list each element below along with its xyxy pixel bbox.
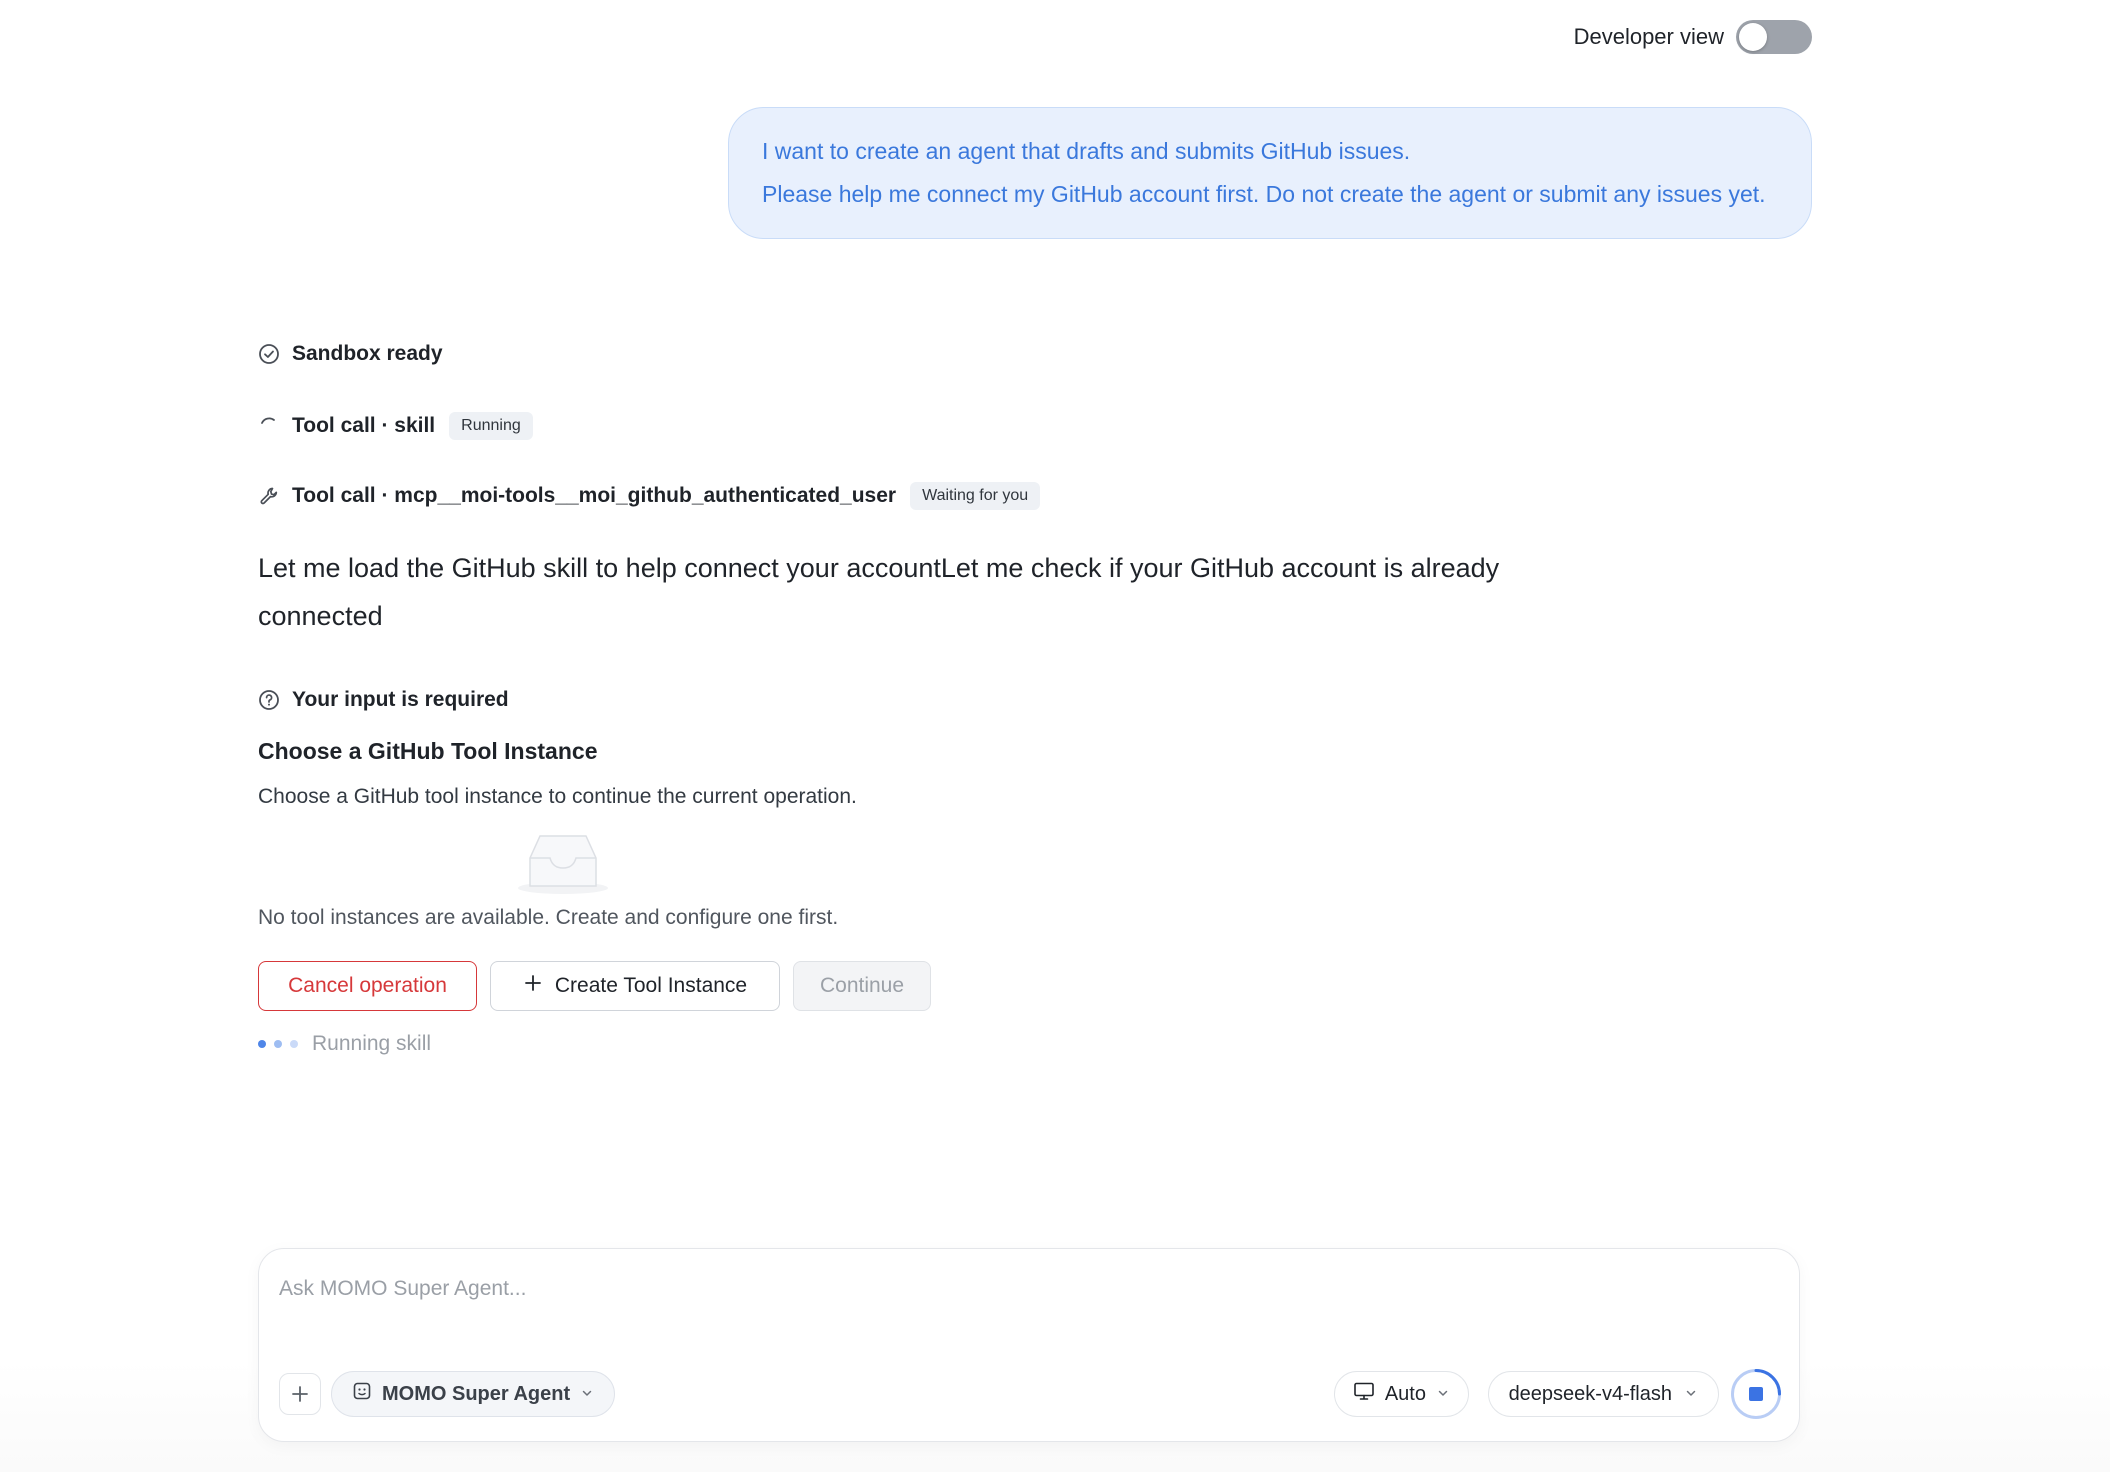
wrench-icon xyxy=(258,485,280,507)
monitor-icon xyxy=(1353,1381,1375,1407)
developer-view-label: Developer view xyxy=(1573,24,1724,49)
step-label: Tool call · mcp__moi-tools__moi_github_a… xyxy=(292,484,897,507)
user-message-bubble: I want to create an agent that drafts an… xyxy=(728,107,1812,239)
agent-selector-label: MOMO Super Agent xyxy=(382,1382,571,1405)
step-label: Your input is required xyxy=(292,688,509,711)
step-label: Tool call · skill xyxy=(292,414,436,437)
prompt-title: Choose a GitHub Tool Instance xyxy=(258,738,598,764)
developer-view-control: Developer view xyxy=(1574,20,1812,54)
prompt-actions: Cancel operation Create Tool Instance Co… xyxy=(258,961,931,1011)
prompt-description: Choose a GitHub tool instance to continu… xyxy=(258,785,857,808)
progress-ring-icon xyxy=(1754,1369,1781,1396)
plus-icon xyxy=(292,1386,308,1402)
chevron-down-icon xyxy=(580,1383,594,1406)
question-circle-icon xyxy=(258,689,280,711)
developer-view-toggle[interactable] xyxy=(1736,20,1812,54)
assistant-message: Let me load the GitHub skill to help con… xyxy=(258,553,1500,631)
mode-selector-label: Auto xyxy=(1384,1382,1426,1405)
step-input-required: Your input is required xyxy=(258,688,509,712)
empty-state-text: No tool instances are available. Create … xyxy=(258,906,839,929)
model-selector-label: deepseek-v4-flash xyxy=(1508,1382,1672,1405)
create-tool-instance-button[interactable]: Create Tool Instance xyxy=(490,961,780,1011)
user-message-line: I want to create an agent that drafts an… xyxy=(762,138,1411,164)
cancel-operation-button[interactable]: Cancel operation xyxy=(258,961,477,1011)
running-indicator: Running skill xyxy=(258,1032,431,1056)
chevron-down-icon xyxy=(1436,1383,1450,1406)
empty-inbox-icon xyxy=(516,828,610,903)
check-circle-icon xyxy=(258,343,280,365)
spinner-icon xyxy=(258,415,280,437)
user-message-line: Please help me connect my GitHub account… xyxy=(762,181,1766,207)
running-text: Running skill xyxy=(312,1032,432,1055)
step-sandbox-ready: Sandbox ready xyxy=(258,342,443,366)
stop-button[interactable] xyxy=(1731,1369,1781,1419)
status-badge: Waiting for you xyxy=(910,482,1041,510)
loading-dots-icon xyxy=(258,1040,298,1048)
step-label: Sandbox ready xyxy=(292,342,443,365)
attach-button[interactable] xyxy=(279,1373,321,1415)
plus-icon xyxy=(523,973,543,999)
mode-selector[interactable]: Auto xyxy=(1333,1371,1469,1417)
model-selector[interactable]: deepseek-v4-flash xyxy=(1487,1371,1719,1417)
status-badge: Running xyxy=(449,412,533,440)
step-tool-call-skill[interactable]: Tool call · skill Running xyxy=(258,412,533,440)
toggle-knob xyxy=(1739,23,1767,51)
chevron-down-icon xyxy=(1684,1383,1698,1406)
step-tool-call-github[interactable]: Tool call · mcp__moi-tools__moi_github_a… xyxy=(258,482,1041,510)
continue-button[interactable]: Continue xyxy=(793,961,931,1011)
create-tool-instance-label: Create Tool Instance xyxy=(554,974,748,997)
composer: MOMO Super Agent Auto deepseek-v4-flash xyxy=(258,1248,1800,1442)
message-input[interactable] xyxy=(279,1277,1759,1301)
agent-icon xyxy=(352,1381,372,1407)
agent-selector[interactable]: MOMO Super Agent xyxy=(331,1371,616,1417)
